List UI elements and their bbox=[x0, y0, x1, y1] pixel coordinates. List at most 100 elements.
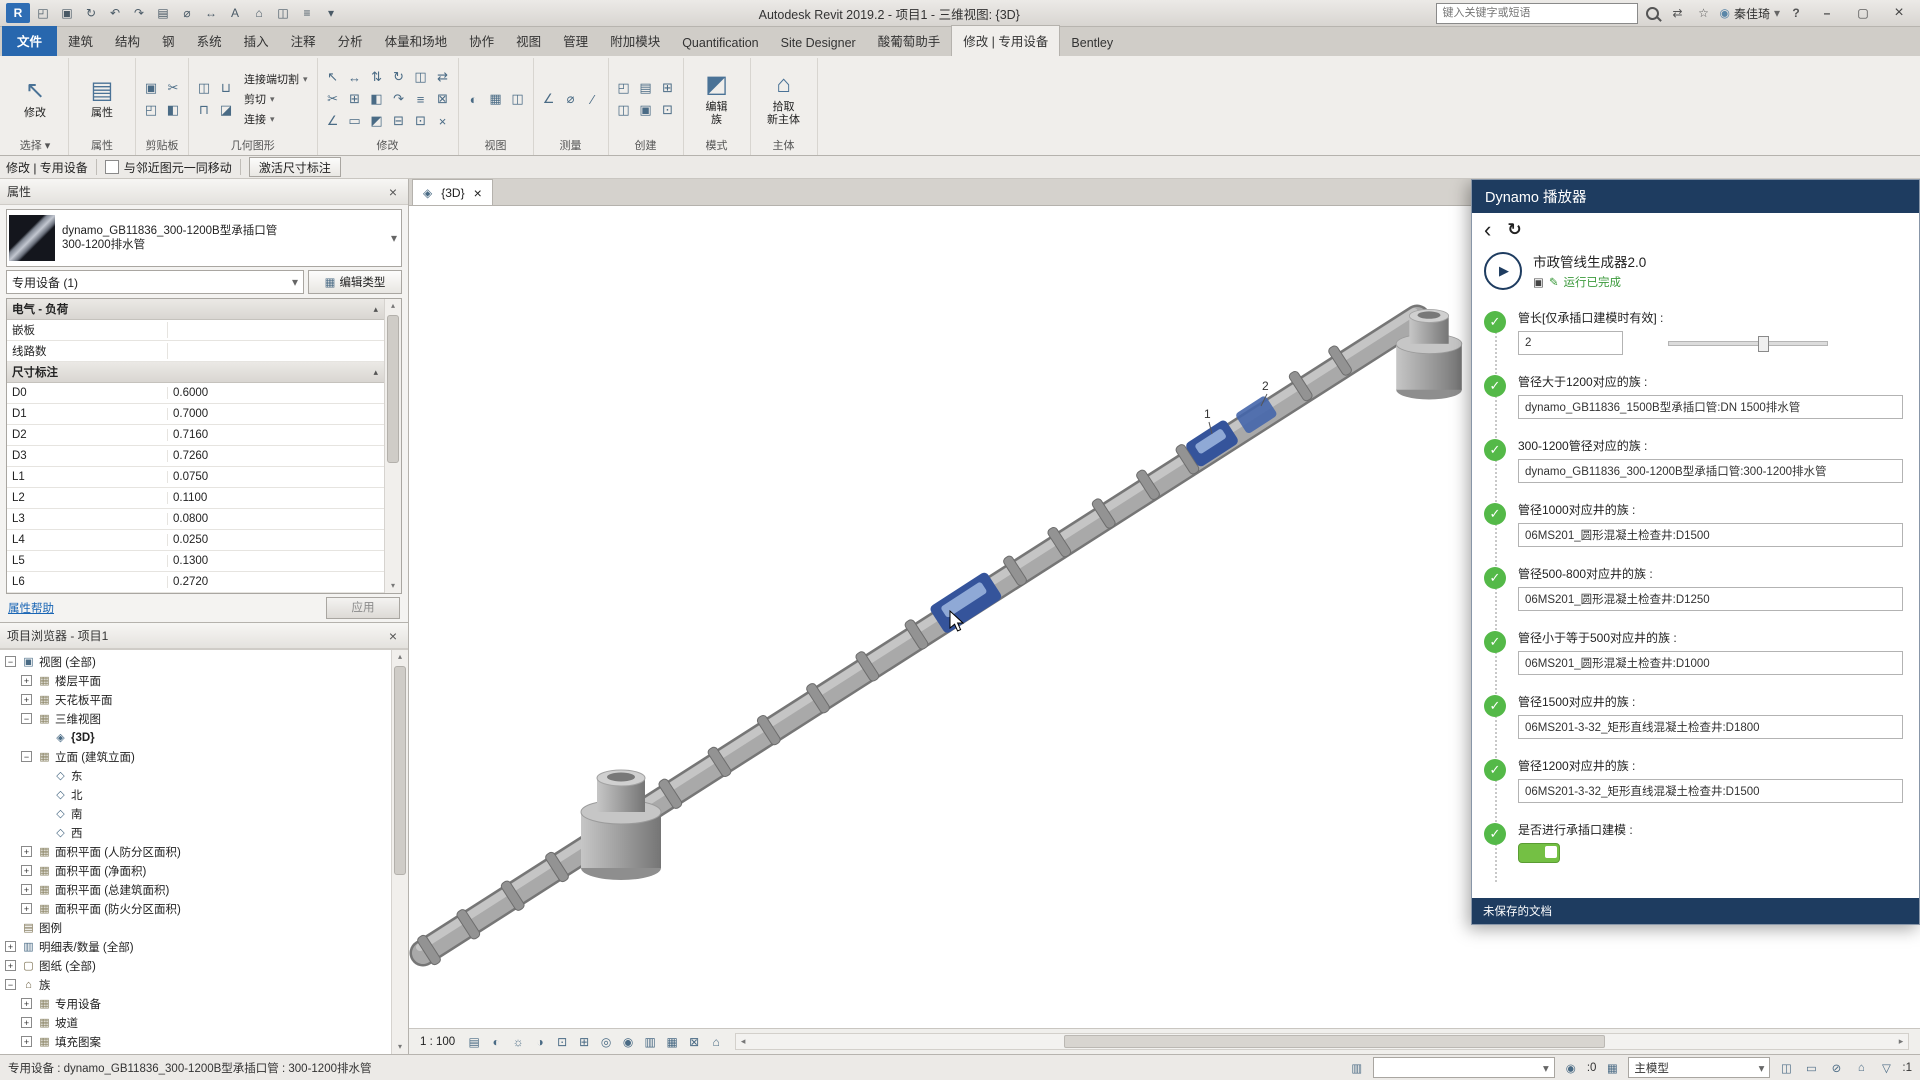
property-row[interactable]: L5 0.1300 bbox=[7, 551, 384, 572]
constraints-icon[interactable]: ⌂ bbox=[706, 1032, 726, 1052]
tree-item[interactable]: 面积平面 (防火分区面积) bbox=[0, 899, 391, 918]
property-row[interactable]: L4 0.0250 bbox=[7, 530, 384, 551]
ribbon-tab[interactable]: 插入 bbox=[233, 26, 280, 56]
close-icon[interactable] bbox=[385, 184, 401, 200]
tree-item[interactable]: 视图 (全部) bbox=[0, 652, 391, 671]
close-icon[interactable] bbox=[385, 628, 401, 644]
instance-selector[interactable]: 专用设备 (1) bbox=[6, 270, 304, 294]
app-menu-icon[interactable]: R bbox=[6, 3, 30, 23]
restore-icon[interactable] bbox=[1848, 2, 1878, 24]
ribbon-tool-icon[interactable]: ◐ bbox=[464, 89, 484, 109]
chevron-down-icon[interactable] bbox=[391, 231, 397, 245]
worksharing-display-icon[interactable]: ▥ bbox=[640, 1032, 660, 1052]
property-value[interactable]: 0.0250 bbox=[168, 534, 384, 546]
group-label[interactable]: 选择 ▾ bbox=[7, 138, 63, 155]
ribbon-tab[interactable]: 建筑 bbox=[57, 26, 104, 56]
edit-script-icon[interactable] bbox=[1549, 275, 1559, 289]
tree-item[interactable]: 填充图案 bbox=[0, 1032, 391, 1051]
property-value[interactable]: 0.6000 bbox=[168, 387, 384, 399]
tree-expander-icon[interactable] bbox=[21, 751, 32, 762]
ribbon-tool-icon[interactable]: ≡ bbox=[411, 89, 431, 109]
tree-expander-icon[interactable] bbox=[21, 694, 32, 705]
ribbon-tool-icon[interactable]: ⇄ bbox=[433, 67, 453, 87]
sync-icon[interactable]: ↻ bbox=[80, 3, 102, 23]
reveal-hidden-icon[interactable]: ◉ bbox=[618, 1032, 638, 1052]
dynamo-input-value[interactable] bbox=[1518, 395, 1903, 419]
ribbon-tab[interactable]: 文件 bbox=[2, 26, 57, 56]
edit-family-button[interactable]: ◩ 编辑 族 bbox=[689, 70, 745, 129]
property-value[interactable]: 0.7000 bbox=[168, 408, 384, 420]
ribbon-tool-icon[interactable]: × bbox=[433, 111, 453, 131]
geometry-tool-button[interactable]: 连接 bbox=[240, 110, 312, 128]
ribbon-tool-icon[interactable]: ▣ bbox=[636, 100, 656, 120]
ribbon-tool-icon[interactable]: ⊞ bbox=[658, 78, 678, 98]
property-value[interactable]: 0.0750 bbox=[168, 471, 384, 483]
refresh-icon[interactable] bbox=[1507, 220, 1521, 240]
ribbon-tool-icon[interactable]: ⊠ bbox=[433, 89, 453, 109]
dimension-icon[interactable]: ↔ bbox=[200, 3, 222, 23]
tree-expander-icon[interactable] bbox=[5, 656, 16, 667]
design-options-icon[interactable] bbox=[1603, 1061, 1621, 1075]
ribbon-tab[interactable]: 酸葡萄助手 bbox=[867, 26, 952, 56]
tree-item[interactable]: 面积平面 (人防分区面积) bbox=[0, 842, 391, 861]
tree-item[interactable]: 西 bbox=[0, 823, 391, 842]
ribbon-tab[interactable]: 分析 bbox=[327, 26, 374, 56]
geometry-tool-button[interactable]: 剪切 bbox=[240, 90, 312, 108]
ribbon-tab[interactable]: 视图 bbox=[505, 26, 552, 56]
tree-item[interactable]: 图纸 (全部) bbox=[0, 956, 391, 975]
tree-item[interactable]: 族 bbox=[0, 975, 391, 994]
ribbon-tool-icon[interactable]: ⊞ bbox=[345, 89, 365, 109]
tree-expander-icon[interactable] bbox=[21, 1036, 32, 1047]
undo-icon[interactable]: ↶ bbox=[104, 3, 126, 23]
tree-expander-icon[interactable] bbox=[5, 941, 16, 952]
scrollbar-thumb[interactable] bbox=[387, 315, 399, 463]
scroll-left-icon[interactable]: ◂ bbox=[736, 1036, 750, 1047]
ribbon-tab[interactable]: 系统 bbox=[186, 26, 233, 56]
scroll-up-icon[interactable]: ▴ bbox=[385, 299, 401, 313]
account-menu[interactable]: 秦佳琦 bbox=[1719, 5, 1780, 22]
temporary-view-properties-icon[interactable]: ▦ bbox=[662, 1032, 682, 1052]
ribbon-tool-icon[interactable]: ⇅ bbox=[367, 67, 387, 87]
property-row[interactable]: 电气 - 负荷 bbox=[7, 299, 384, 320]
edit-type-button[interactable]: 编辑类型 bbox=[308, 270, 402, 294]
default-3d-view-icon[interactable]: ⌂ bbox=[248, 3, 270, 23]
ribbon-tool-icon[interactable]: ◪ bbox=[216, 100, 236, 120]
checkbox-icon[interactable] bbox=[105, 160, 119, 174]
dynamo-input-value[interactable] bbox=[1518, 587, 1903, 611]
worksets-icon[interactable] bbox=[1348, 1061, 1366, 1075]
ribbon-tab[interactable]: 协作 bbox=[458, 26, 505, 56]
property-row[interactable]: 线路数 bbox=[7, 341, 384, 362]
ribbon-tab[interactable]: 管理 bbox=[552, 26, 599, 56]
section-icon[interactable]: ◫ bbox=[272, 3, 294, 23]
property-row[interactable]: L3 0.0800 bbox=[7, 509, 384, 530]
ribbon-tool-icon[interactable]: ◧ bbox=[163, 100, 183, 120]
pick-new-host-button[interactable]: ⌂ 拾取 新主体 bbox=[756, 70, 812, 129]
property-row[interactable]: L1 0.0750 bbox=[7, 467, 384, 488]
ribbon-tool-icon[interactable]: ∠ bbox=[323, 111, 343, 131]
property-row[interactable]: L2 0.1100 bbox=[7, 488, 384, 509]
run-script-button[interactable] bbox=[1484, 252, 1522, 290]
ribbon-tool-icon[interactable]: ✂ bbox=[163, 78, 183, 98]
tree-expander-icon[interactable] bbox=[21, 675, 32, 686]
temporary-hide-icon[interactable]: ◎ bbox=[596, 1032, 616, 1052]
tree-expander-icon[interactable] bbox=[21, 846, 32, 857]
ribbon-tool-icon[interactable]: ▦ bbox=[486, 89, 506, 109]
ribbon-tab[interactable]: 钢 bbox=[151, 26, 186, 56]
tree-item[interactable]: 面积平面 (总建筑面积) bbox=[0, 880, 391, 899]
ribbon-tool-icon[interactable]: ▤ bbox=[636, 78, 656, 98]
dynamo-input-value[interactable] bbox=[1518, 459, 1903, 483]
search-icon[interactable] bbox=[1646, 7, 1659, 20]
property-row[interactable]: D1 0.7000 bbox=[7, 404, 384, 425]
property-value[interactable]: 0.2720 bbox=[168, 576, 384, 588]
property-row[interactable]: 尺寸标注 bbox=[7, 362, 384, 383]
status-toggle-background-icon[interactable] bbox=[1852, 1062, 1870, 1074]
dynamo-input-value[interactable] bbox=[1518, 779, 1903, 803]
thin-lines-icon[interactable]: ≡ bbox=[296, 3, 318, 23]
ribbon-tab[interactable]: 修改 | 专用设备 bbox=[951, 25, 1060, 56]
ribbon-tool-icon[interactable]: ⊔ bbox=[216, 78, 236, 98]
save-icon[interactable]: ▣ bbox=[56, 3, 78, 23]
show-crop-icon[interactable]: ⊞ bbox=[574, 1032, 594, 1052]
exchange-icon[interactable] bbox=[1667, 6, 1687, 20]
property-row[interactable]: D2 0.7160 bbox=[7, 425, 384, 446]
ribbon-tab[interactable]: 附加模块 bbox=[599, 26, 671, 56]
